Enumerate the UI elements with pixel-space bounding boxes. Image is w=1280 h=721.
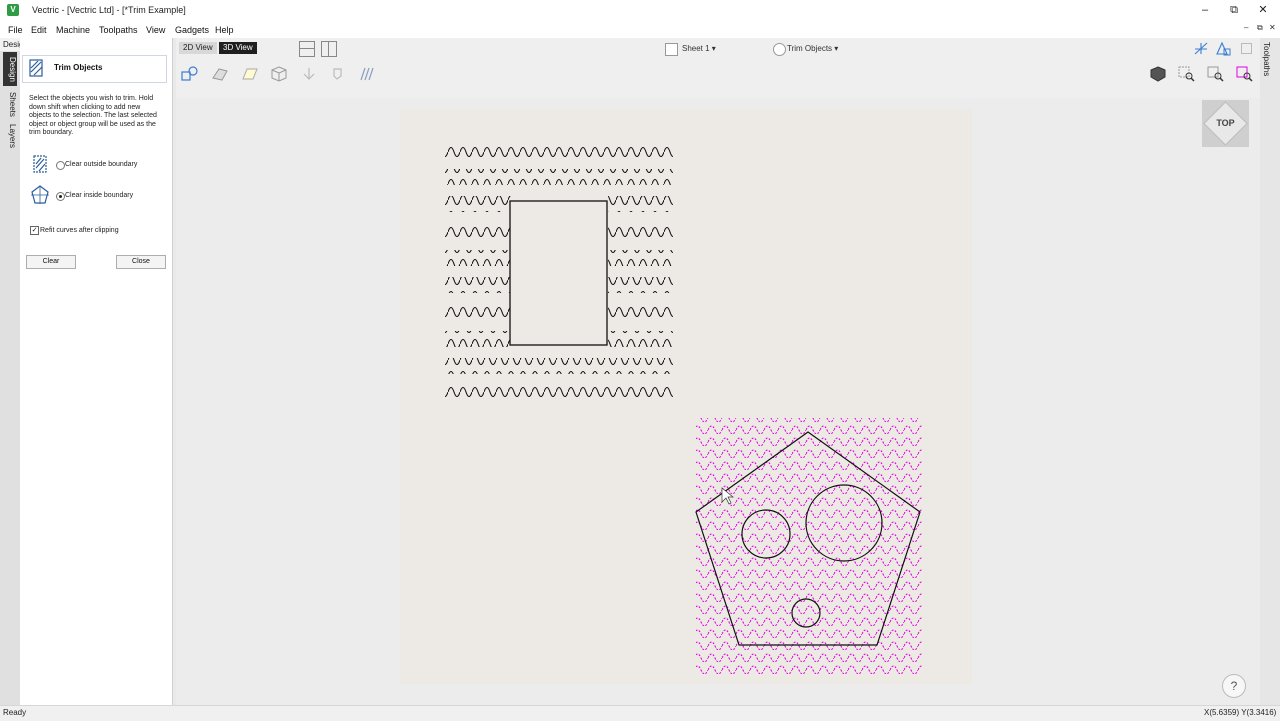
cube-icon[interactable]	[270, 66, 288, 82]
split-vertical-icon[interactable]	[321, 41, 337, 57]
tab-sheets[interactable]: Sheets	[3, 90, 17, 118]
mdi-close-icon[interactable]: ✕	[1269, 23, 1276, 32]
sheet-icon	[665, 43, 678, 56]
refit-label[interactable]: Refit curves after clipping	[40, 227, 119, 234]
refit-checkbox[interactable]: ✓	[30, 226, 39, 235]
shapes-icon[interactable]	[181, 66, 199, 82]
plane-icon[interactable]	[241, 66, 259, 82]
close-icon[interactable]: ✕	[1246, 0, 1280, 21]
selected-wave-lines[interactable]	[696, 418, 922, 676]
clear-inside-icon	[31, 185, 49, 204]
mode-dropdown[interactable]: Trim Objects ▾	[787, 44, 838, 53]
menu-machine[interactable]: Machine	[56, 25, 90, 35]
zoom-box-icon[interactable]	[1178, 66, 1196, 82]
title-bar	[0, 0, 1280, 21]
trim-objects-icon	[29, 59, 43, 77]
view-cube-label: TOP	[1216, 118, 1235, 128]
mdi-restore-icon[interactable]: ⧉	[1257, 23, 1263, 33]
menu-bar: File Edit Machine Toolpaths View Gadgets…	[0, 21, 1280, 38]
mode-icon	[773, 43, 786, 56]
status-bar	[0, 705, 1280, 721]
clear-button[interactable]: Clear	[26, 255, 76, 269]
clear-outside-radio[interactable]	[56, 161, 65, 170]
render-icon[interactable]	[1150, 66, 1166, 82]
menu-file[interactable]: File	[8, 25, 23, 35]
app-icon: V	[7, 4, 19, 16]
clear-outside-label[interactable]: Clear outside boundary	[65, 161, 137, 168]
select-shapes-icon[interactable]	[1215, 41, 1231, 56]
menu-toolpaths[interactable]: Toolpaths	[99, 25, 138, 35]
sheet-dropdown[interactable]: Sheet 1 ▾	[682, 44, 716, 53]
zoom-extents-icon[interactable]	[1207, 66, 1225, 82]
toolpath-lines-icon[interactable]	[358, 66, 376, 82]
tab-layers[interactable]: Layers	[3, 122, 17, 150]
clear-inside-radio[interactable]	[56, 192, 65, 201]
mode-dropdown-label: Trim Objects	[787, 44, 833, 53]
tab-3d-view[interactable]: 3D View	[219, 42, 257, 54]
clear-inside-label[interactable]: Clear inside boundary	[65, 192, 133, 199]
help-button[interactable]: ?	[1222, 674, 1246, 698]
mdi-minimize-icon[interactable]: –	[1244, 23, 1248, 32]
tab-2d-view[interactable]: 2D View	[179, 42, 217, 54]
clear-outside-icon	[33, 155, 47, 173]
image-icon[interactable]	[211, 66, 229, 82]
menu-help[interactable]: Help	[215, 25, 234, 35]
tab-toolpaths[interactable]: Toolpaths	[1262, 42, 1271, 76]
menu-gadgets[interactable]: Gadgets	[175, 25, 209, 35]
tool-icon[interactable]	[329, 66, 347, 82]
panel-title: Trim Objects	[54, 63, 103, 72]
snap-icon[interactable]	[1193, 41, 1209, 56]
trim-boundary-rectangle[interactable]	[509, 200, 608, 346]
right-panel-strip	[1260, 38, 1280, 705]
menu-edit[interactable]: Edit	[31, 25, 47, 35]
panel-side-tabs: Design Sheets Layers	[0, 38, 20, 705]
frame-icon[interactable]	[1241, 43, 1252, 54]
split-horizontal-icon[interactable]	[299, 41, 315, 57]
sheet-dropdown-label: Sheet 1	[682, 44, 710, 53]
design-drawing[interactable]	[400, 110, 972, 684]
menu-view[interactable]: View	[146, 25, 165, 35]
window-title: Vectric - [Vectric Ltd] - [*Trim Example…	[32, 5, 186, 15]
trim-objects-panel	[20, 38, 173, 705]
close-button[interactable]: Close	[116, 255, 166, 269]
panel-description: Select the objects you wish to trim. Hol…	[29, 95, 157, 137]
tab-design[interactable]: Design	[3, 52, 17, 86]
cursor-coordinates: X(5.6359) Y(3.3416)	[1204, 708, 1277, 717]
zoom-selection-icon[interactable]	[1236, 66, 1254, 82]
origin-icon[interactable]	[300, 66, 318, 82]
status-text: Ready	[3, 708, 27, 717]
